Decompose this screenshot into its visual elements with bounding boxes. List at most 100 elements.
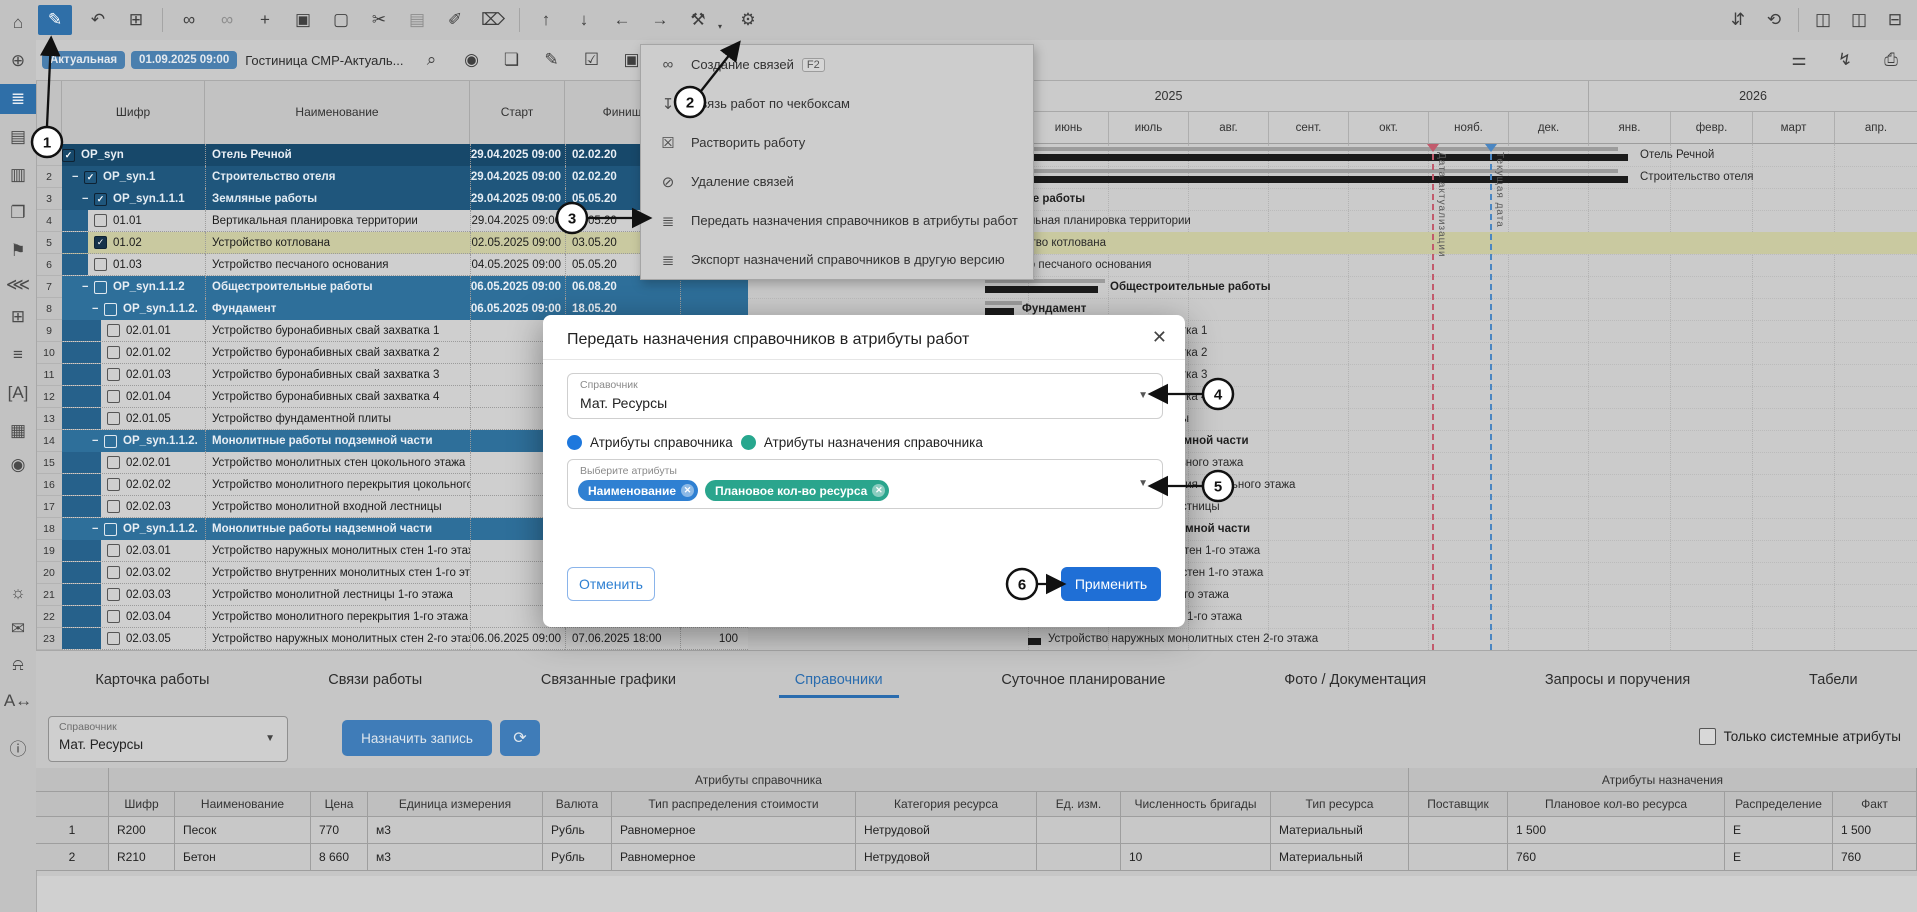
- task-checkbox[interactable]: [107, 368, 120, 381]
- gantt-bar[interactable]: [985, 301, 1022, 305]
- tab-3[interactable]: Связанные графики: [537, 654, 680, 706]
- move-right-button[interactable]: →: [648, 7, 672, 33]
- projects-icon[interactable]: ❐: [0, 198, 36, 228]
- refs-column-header[interactable]: Плановое кол-во ресурса: [1508, 792, 1725, 817]
- column-header-code[interactable]: Шифр: [62, 80, 205, 144]
- menu-item[interactable]: ≣Экспорт назначений справочников в другу…: [641, 240, 1033, 279]
- refs-column-header[interactable]: [36, 792, 109, 817]
- add-link-button[interactable]: ∞: [177, 7, 201, 33]
- task-checkbox[interactable]: ✓: [94, 193, 107, 206]
- refs-data-row[interactable]: 2R210Бетон8 660м3РубльРавномерноеНетрудо…: [36, 844, 1917, 871]
- refs-column-header[interactable]: Валюта: [543, 792, 612, 817]
- menu-item[interactable]: ☒Растворить работу: [641, 123, 1033, 162]
- refs-column-header[interactable]: Численность бригады: [1121, 792, 1271, 817]
- checklist-icon[interactable]: ☑: [580, 47, 604, 73]
- column-header-start[interactable]: Старт: [470, 80, 565, 144]
- comments-icon[interactable]: ✉: [0, 614, 36, 644]
- duplicate-button[interactable]: ▢: [329, 7, 353, 33]
- task-checkbox[interactable]: [107, 610, 120, 623]
- reference-dropdown[interactable]: Справочник Мат. Ресурсы ▼: [567, 373, 1163, 419]
- tab-8[interactable]: Табели: [1805, 654, 1862, 706]
- task-checkbox[interactable]: [107, 324, 120, 337]
- layout-panel-icon[interactable]: ❏: [500, 47, 524, 73]
- schedule-view-icon[interactable]: ≣: [0, 84, 36, 114]
- attributes-multiselect[interactable]: Выберите атрибуты Наименование✕Плановое …: [567, 459, 1163, 509]
- undo-button[interactable]: ↶: [86, 7, 110, 33]
- board-icon[interactable]: ▤: [0, 122, 36, 152]
- column-header-name[interactable]: Наименование: [205, 80, 470, 144]
- refs-column-header[interactable]: Шифр: [109, 792, 175, 817]
- tab-2[interactable]: Связи работы: [324, 654, 426, 706]
- task-checkbox[interactable]: [107, 346, 120, 359]
- cancel-button[interactable]: Отменить: [567, 567, 655, 601]
- move-down-button[interactable]: ↓: [572, 7, 596, 33]
- chevron-down-icon[interactable]: ▼: [1138, 478, 1148, 489]
- refresh-button[interactable]: ⟲: [1762, 7, 1786, 33]
- notifications-icon[interactable]: ⍾: [0, 650, 36, 680]
- reference-select[interactable]: Справочник Мат. Ресурсы ▼: [48, 716, 288, 762]
- remove-chip-icon[interactable]: ✕: [872, 484, 885, 497]
- search-icon[interactable]: ⌕: [420, 47, 444, 73]
- delete-button[interactable]: ⌦: [481, 7, 505, 33]
- filter-sliders-icon[interactable]: ⚌: [1787, 47, 1811, 73]
- cut-button[interactable]: ✂: [367, 7, 391, 33]
- task-checkbox[interactable]: ✓: [84, 171, 97, 184]
- tab-6[interactable]: Фото / Документация: [1280, 654, 1430, 706]
- task-checkbox[interactable]: [107, 544, 120, 557]
- menu-item[interactable]: ⊘Удаление связей: [641, 162, 1033, 201]
- menu-item[interactable]: ∞Создание связейF2: [641, 45, 1033, 84]
- refs-column-header[interactable]: Тип распределения стоимости: [612, 792, 856, 817]
- add-task-button[interactable]: +: [253, 7, 277, 33]
- flag-icon[interactable]: ⚑: [0, 236, 36, 266]
- copy-button[interactable]: ▣: [291, 7, 315, 33]
- close-icon[interactable]: ✕: [1152, 327, 1167, 348]
- refs-data-row[interactable]: 1R200Песок770м3РубльРавномерноеНетрудово…: [36, 817, 1917, 844]
- calculator-button[interactable]: ⊞: [124, 7, 148, 33]
- task-checkbox[interactable]: [104, 303, 117, 316]
- paste-button[interactable]: ▤: [405, 7, 429, 33]
- task-checkbox[interactable]: [107, 632, 120, 645]
- collapse-icon[interactable]: −: [92, 435, 102, 447]
- database-icon[interactable]: ≡: [0, 340, 36, 370]
- refs-column-header[interactable]: Тип ресурса: [1271, 792, 1409, 817]
- task-checkbox[interactable]: ✓: [94, 236, 107, 249]
- attribute-chip[interactable]: Плановое кол-во ресурса✕: [705, 480, 889, 501]
- theme-icon[interactable]: ☼: [0, 578, 36, 608]
- move-up-button[interactable]: ↑: [534, 7, 558, 33]
- apply-button[interactable]: Применить: [1061, 567, 1161, 601]
- gantt-bar[interactable]: [985, 308, 1014, 315]
- globe-icon[interactable]: ⊕: [0, 46, 36, 76]
- visibility-icon[interactable]: ◉: [460, 47, 484, 73]
- layout-right-button[interactable]: ◫: [1847, 7, 1871, 33]
- refresh-assignments-button[interactable]: ⟳: [500, 720, 540, 756]
- task-checkbox[interactable]: [104, 435, 117, 448]
- tab-5[interactable]: Суточное планирование: [997, 654, 1169, 706]
- brush-button[interactable]: ✐: [443, 7, 467, 33]
- tab-1[interactable]: Карточка работы: [91, 654, 213, 706]
- tab-4[interactable]: Справочники: [791, 654, 887, 706]
- task-checkbox[interactable]: [104, 523, 117, 536]
- hatch-icon[interactable]: ⋘: [0, 270, 36, 300]
- refs-column-header[interactable]: Единица измерения: [368, 792, 543, 817]
- move-left-button[interactable]: ←: [610, 7, 634, 33]
- tools-wrench-button[interactable]: ⚒: [686, 7, 710, 33]
- refs-column-header[interactable]: Поставщик: [1409, 792, 1508, 817]
- attribute-chip[interactable]: Наименование✕: [578, 480, 698, 501]
- task-checkbox[interactable]: [107, 390, 120, 403]
- edit-pencil-button[interactable]: ✎: [38, 5, 72, 35]
- task-checkbox[interactable]: [107, 412, 120, 425]
- task-checkbox[interactable]: ✓: [62, 149, 75, 162]
- task-checkbox[interactable]: [94, 281, 107, 294]
- collapse-icon[interactable]: −: [82, 193, 92, 205]
- calendar-icon[interactable]: ▦: [0, 416, 36, 446]
- task-checkbox[interactable]: [94, 214, 107, 227]
- layout-bottom-button[interactable]: ⊟: [1883, 7, 1907, 33]
- layout-left-button[interactable]: ◫: [1811, 7, 1835, 33]
- print-icon[interactable]: ⎙: [1879, 47, 1903, 73]
- menu-item[interactable]: ≣Передать назначения справочников в атри…: [641, 201, 1033, 240]
- task-checkbox[interactable]: [94, 258, 107, 271]
- chevron-down-icon[interactable]: ▼: [1138, 390, 1148, 401]
- assign-record-button[interactable]: Назначить запись: [342, 720, 492, 756]
- refs-column-header[interactable]: Цена: [311, 792, 368, 817]
- info-icon[interactable]: ⓘ: [0, 732, 36, 762]
